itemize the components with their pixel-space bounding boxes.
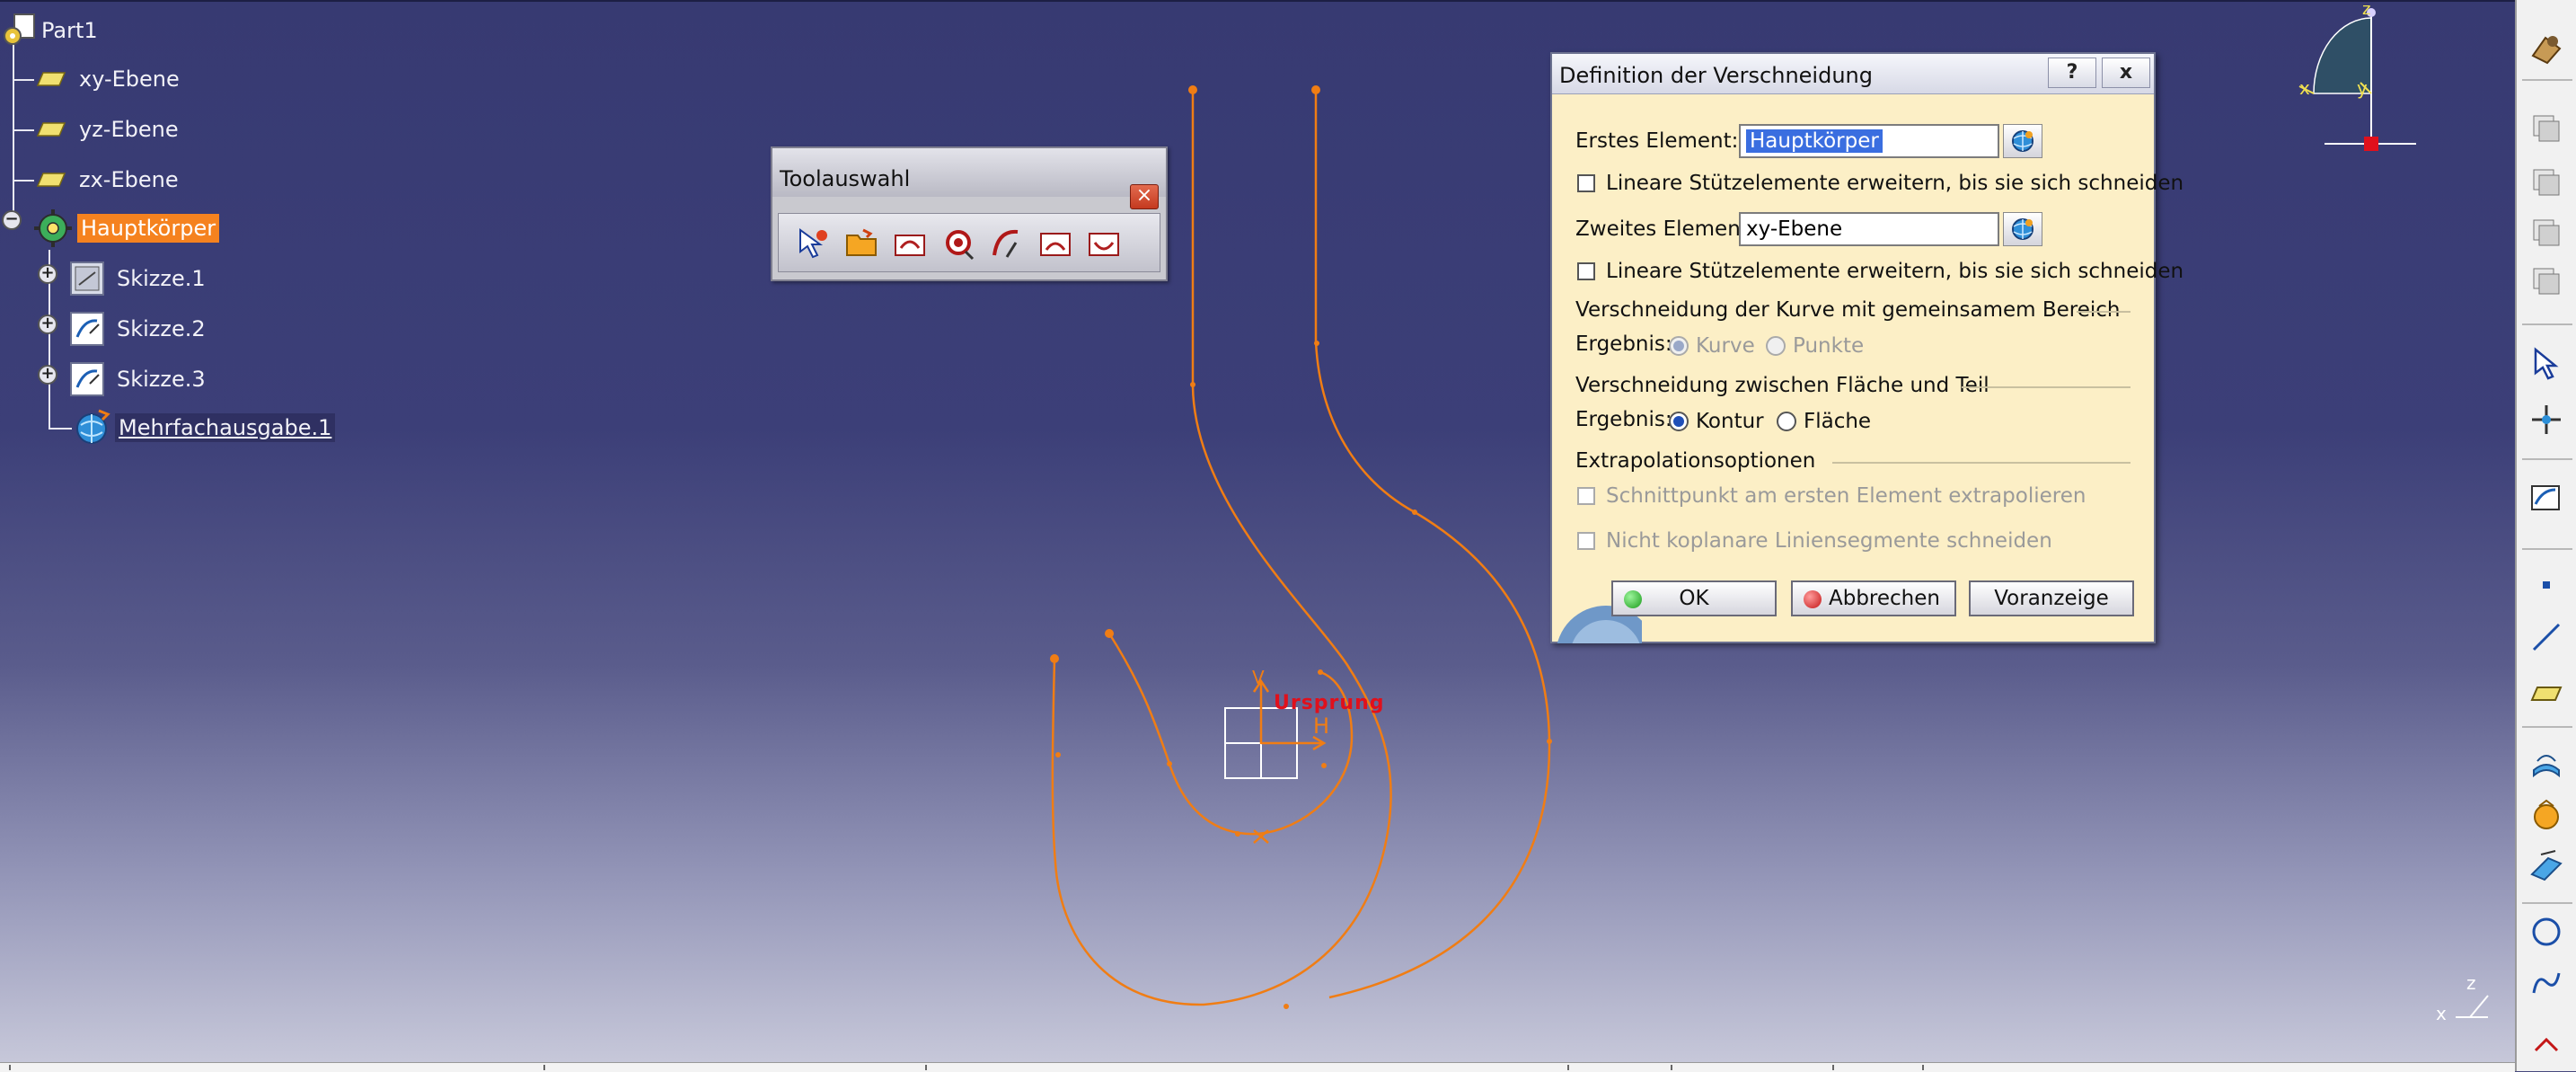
plane-tool-icon[interactable] <box>2526 672 2567 713</box>
result-curve-radio[interactable] <box>1669 336 1689 356</box>
cancel-button[interactable]: Abbrechen <box>1791 580 1956 616</box>
extend-supports-2-label: Lineare Stützelemente erweitern, bis sie… <box>1606 260 2184 283</box>
strip-tick <box>543 1065 545 1070</box>
intersection-definition-dialog[interactable]: Definition der Verschneidung ? x Erstes … <box>1550 52 2183 643</box>
globe-pick-icon <box>2012 218 2033 240</box>
axis-system-icon[interactable] <box>2526 399 2567 440</box>
preview-button[interactable]: Voranzeige <box>1969 580 2134 616</box>
result-label-1: Ergebnis: <box>1575 332 1672 356</box>
axis-h-label: H <box>1313 713 1330 739</box>
stack-sketch-icon[interactable] <box>2526 212 2567 253</box>
toolbar-separator <box>2522 548 2572 550</box>
ok-label: OK <box>1679 587 1709 610</box>
result-surface-radio[interactable] <box>1777 412 1796 431</box>
first-element-pick-button[interactable] <box>2003 124 2042 158</box>
extend-supports-2-checkbox[interactable] <box>1577 262 1595 280</box>
mini-axis-x-label: x <box>2436 1003 2447 1024</box>
stack-sketch-icon[interactable] <box>2526 162 2567 203</box>
exit-workbench-icon[interactable] <box>2526 27 2567 68</box>
extrapolation-section-heading: Extrapolationsoptionen <box>1575 449 1816 473</box>
spline-icon[interactable] <box>2526 963 2567 1005</box>
cut-noncoplanar-label: Nicht koplanare Liniensegmente schneiden <box>1606 529 2052 553</box>
result-curve-label: Kurve <box>1696 334 1755 358</box>
surface-section-heading: Verschneidung zwischen Fläche und Teil <box>1575 374 1989 397</box>
result-contour-radio[interactable] <box>1669 412 1689 431</box>
result-points-label: Punkte <box>1793 334 1865 358</box>
toolbar-separator <box>2522 902 2572 904</box>
toolbar-separator <box>2522 79 2572 81</box>
revolve-surface-icon[interactable] <box>2526 794 2567 836</box>
compass-y-label: y <box>2357 77 2368 99</box>
toolbar-separator <box>2522 458 2572 460</box>
right-toolbar <box>2515 0 2576 1071</box>
globe-pick-icon <box>2012 130 2033 152</box>
cut-noncoplanar-checkbox[interactable] <box>1577 532 1595 550</box>
sketch-origin-label: Ursprung <box>1274 692 1385 714</box>
compass-x-label: x <box>2299 77 2310 99</box>
result-contour-label: Kontur <box>1696 410 1764 433</box>
result-points-radio[interactable] <box>1766 336 1786 356</box>
ok-button[interactable]: OK <box>1611 580 1777 616</box>
cancel-led-icon <box>1804 590 1822 608</box>
point-icon[interactable] <box>2526 564 2567 606</box>
stack-sketch-icon[interactable] <box>2526 261 2567 302</box>
extend-supports-1-label: Lineare Stützelemente erweitern, bis sie… <box>1606 172 2184 195</box>
compass-z-label: z <box>2362 0 2371 19</box>
strip-tick <box>1832 1065 1834 1070</box>
cancel-label: Abbrechen <box>1829 587 1940 610</box>
mini-axis-z-label: z <box>2466 972 2476 994</box>
first-element-field[interactable]: Hauptkörper <box>1739 124 1999 158</box>
first-element-value: Hauptkörper <box>1746 129 1883 153</box>
hook-outer-curve <box>1051 90 1392 1006</box>
dialog-title: Definition der Verschneidung <box>1559 63 1873 88</box>
result-label-2: Ergebnis: <box>1575 408 1672 431</box>
strip-tick <box>1671 1065 1672 1070</box>
bottom-status-strip <box>0 1062 2515 1072</box>
dialog-titlebar[interactable]: Definition der Verschneidung ? x <box>1552 54 2154 94</box>
hook-inner-curve <box>1314 90 1551 999</box>
sketcher-icon[interactable] <box>2526 476 2567 518</box>
extrapolate-first-checkbox[interactable] <box>1577 487 1595 505</box>
line-icon[interactable] <box>2526 616 2567 658</box>
toolbar-separator <box>2522 726 2572 728</box>
strip-tick <box>1922 1065 1924 1070</box>
second-element-pick-button[interactable] <box>2003 212 2042 246</box>
close-button[interactable]: x <box>2102 58 2150 88</box>
toolbar-separator <box>2522 323 2572 325</box>
extrapolate-first-label: Schnittpunkt am ersten Element extrapoli… <box>1606 484 2086 508</box>
ok-led-icon <box>1624 590 1642 608</box>
extrude-surface-icon[interactable] <box>2526 742 2567 784</box>
second-element-label: Zweites Element: <box>1575 217 1756 241</box>
curve-section-heading: Verschneidung der Kurve mit gemeinsamem … <box>1575 298 2121 322</box>
select-arrow-icon[interactable] <box>2526 341 2567 383</box>
strip-tick <box>9 1065 11 1070</box>
stack-sketch-icon[interactable] <box>2526 108 2567 149</box>
axis-v-label: V <box>1252 667 1265 688</box>
result-surface-label: Fläche <box>1804 410 1872 433</box>
circle-icon[interactable] <box>2526 911 2567 952</box>
second-element-field[interactable]: xy-Ebene <box>1739 212 1999 246</box>
strip-tick <box>1567 1065 1569 1070</box>
section-separator <box>1832 462 2130 464</box>
first-element-label: Erstes Element: <box>1575 129 1739 153</box>
extend-supports-1-checkbox[interactable] <box>1577 174 1595 192</box>
section-separator <box>2077 311 2130 313</box>
strip-tick <box>925 1065 927 1070</box>
section-separator <box>1962 386 2130 388</box>
more-tools-icon[interactable] <box>2526 1021 2567 1062</box>
geometry-points <box>1050 85 1552 1009</box>
help-button[interactable]: ? <box>2048 58 2096 88</box>
sweep-surface-icon[interactable] <box>2526 845 2567 886</box>
